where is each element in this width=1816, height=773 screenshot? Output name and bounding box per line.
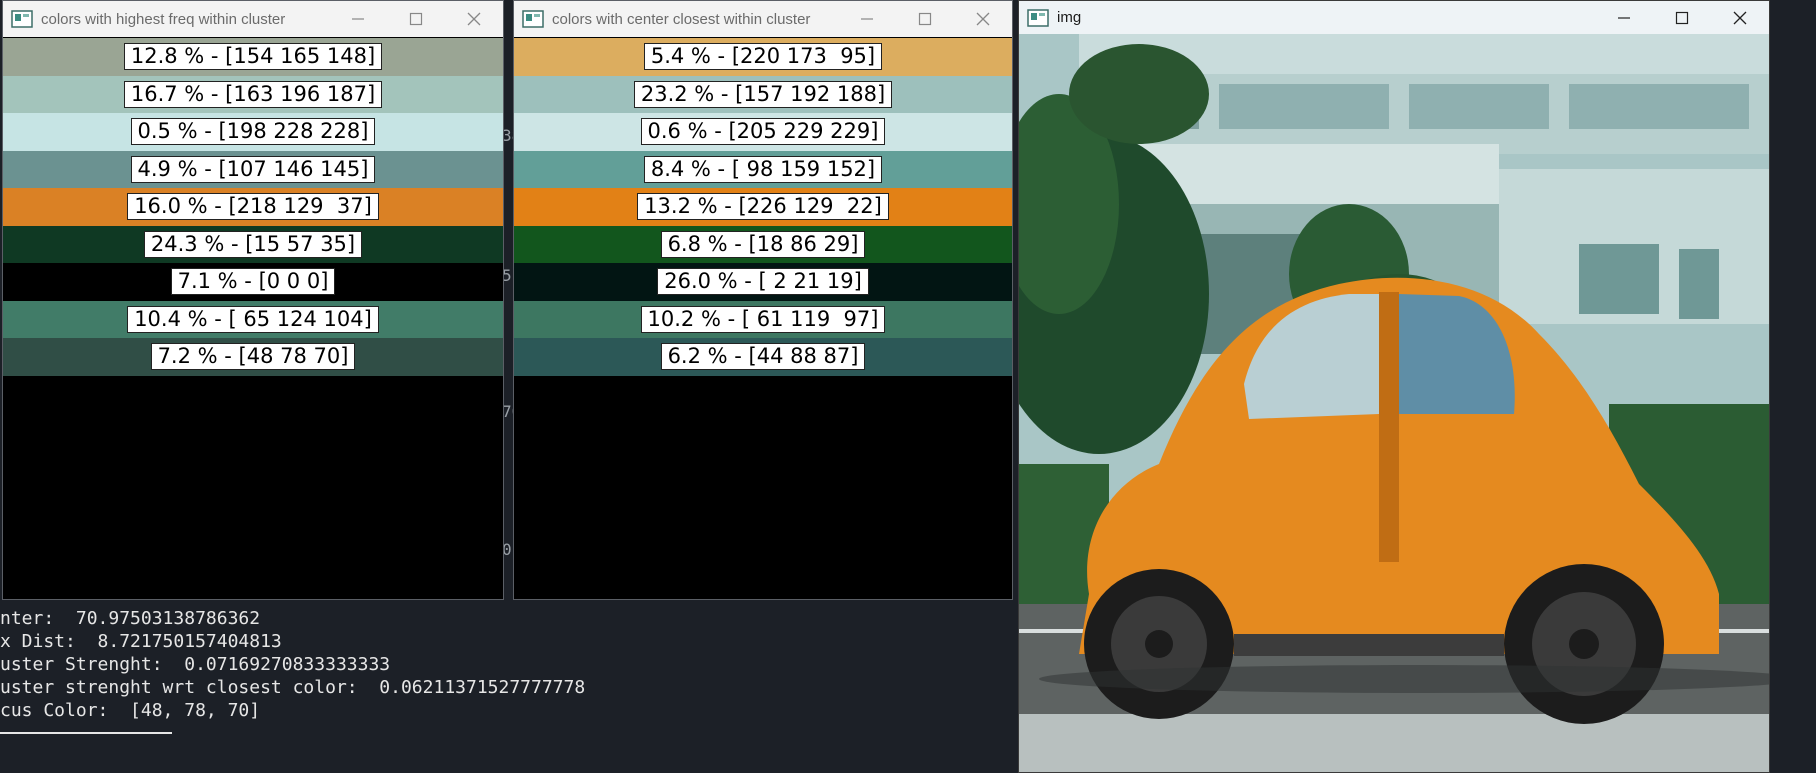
color-band-label: 4.9 % - [107 146 145] — [130, 155, 376, 183]
color-bands-canvas: 12.8 % - [154 165 148] 16.7 % - [163 196 … — [3, 38, 503, 376]
opencv-window-icon — [11, 10, 33, 28]
minimize-icon — [861, 18, 873, 20]
maximize-icon — [918, 12, 932, 26]
color-band-label: 16.0 % - [218 129 37] — [127, 193, 379, 221]
window-img[interactable]: img — [1018, 0, 1770, 773]
color-band-label: 10.2 % - [ 61 119 97] — [640, 305, 886, 333]
color-band-label: 16.7 % - [163 196 187] — [123, 80, 383, 108]
terminal-line-focus-color: cus Color: [48, 78, 70] — [0, 700, 261, 721]
color-band: 16.0 % - [218 129 37] — [3, 188, 503, 226]
window-colors-center-closest[interactable]: colors with center closest within cluste… — [513, 0, 1013, 600]
window-title: colors with center closest within cluste… — [552, 10, 811, 28]
color-band-label: 0.6 % - [205 229 229] — [640, 118, 886, 146]
car-photo — [1019, 34, 1769, 772]
color-band-label: 5.4 % - [220 173 95] — [643, 43, 883, 71]
color-band-label: 8.4 % - [ 98 159 152] — [643, 155, 883, 183]
color-band-label: 6.8 % - [18 86 29] — [660, 230, 866, 258]
maximize-icon — [1675, 11, 1689, 24]
color-band-label: 7.2 % - [48 78 70] — [150, 343, 356, 371]
titlebar[interactable]: colors with highest freq within cluster — [3, 1, 503, 37]
color-band-label: 7.1 % - [0 0 0] — [170, 268, 336, 296]
color-band: 23.2 % - [157 192 188] — [514, 75, 1012, 113]
maximize-button[interactable] — [896, 1, 954, 37]
color-band: 16.7 % - [163 196 187] — [3, 75, 503, 113]
minimize-button[interactable] — [1595, 1, 1653, 34]
color-band-label: 24.3 % - [15 57 35] — [143, 230, 363, 258]
minimize-icon — [352, 18, 364, 20]
window-title: img — [1057, 9, 1082, 26]
color-band: 13.2 % - [226 129 22] — [514, 188, 1012, 226]
color-band-label: 6.2 % - [44 88 87] — [660, 343, 866, 371]
titlebar[interactable]: colors with center closest within cluste… — [514, 1, 1012, 37]
close-button[interactable] — [1711, 1, 1769, 34]
titlebar[interactable]: img — [1019, 1, 1769, 34]
color-band-label: 26.0 % - [ 2 21 19] — [657, 268, 869, 296]
color-band: 8.4 % - [ 98 159 152] — [514, 150, 1012, 188]
close-icon — [976, 12, 990, 26]
color-band: 26.0 % - [ 2 21 19] — [514, 263, 1012, 301]
window-title: colors with highest freq within cluster — [41, 10, 286, 28]
color-bands-canvas: 5.4 % - [220 173 95] 23.2 % - [157 192 18… — [514, 38, 1012, 376]
color-band: 12.8 % - [154 165 148] — [3, 38, 503, 76]
color-band: 7.2 % - [48 78 70] — [3, 338, 503, 376]
terminal-line-max-dist: x Dist: 8.721750157404813 — [0, 631, 282, 652]
maximize-button[interactable] — [387, 1, 445, 37]
terminal-line-center: nter: 70.97503138786362 — [0, 608, 261, 629]
close-icon — [1733, 11, 1747, 24]
color-band-label: 0.5 % - [198 228 228] — [130, 118, 376, 146]
desktop-strip — [1768, 0, 1816, 773]
color-band-label: 13.2 % - [226 129 22] — [637, 193, 889, 221]
opencv-window-icon — [1027, 8, 1049, 27]
opencv-window-icon — [522, 10, 544, 28]
close-icon — [467, 12, 481, 26]
terminal-line-cluster-strength-closest: uster strenght wrt closest color: 0.0621… — [0, 677, 586, 698]
minimize-button[interactable] — [329, 1, 387, 37]
color-band-label: 23.2 % - [157 192 188] — [633, 80, 893, 108]
color-band: 6.2 % - [44 88 87] — [514, 338, 1012, 376]
terminal-line-cluster-strength: uster Strenght: 0.07169270833333333 — [0, 654, 391, 675]
minimize-button[interactable] — [838, 1, 896, 37]
color-band: 7.1 % - [0 0 0] — [3, 263, 503, 301]
color-band: 4.9 % - [107 146 145] — [3, 150, 503, 188]
color-band: 0.6 % - [205 229 229] — [514, 113, 1012, 151]
color-band: 24.3 % - [15 57 35] — [3, 225, 503, 263]
color-band: 6.8 % - [18 86 29] — [514, 225, 1012, 263]
terminal-cursor-underline — [0, 732, 172, 734]
window-colors-highest-freq[interactable]: colors with highest freq within cluster … — [2, 0, 504, 600]
color-band: 5.4 % - [220 173 95] — [514, 38, 1012, 76]
color-band-label: 10.4 % - [ 65 124 104] — [127, 305, 379, 333]
color-band: 10.2 % - [ 61 119 97] — [514, 300, 1012, 338]
color-band: 10.4 % - [ 65 124 104] — [3, 300, 503, 338]
color-band-label: 12.8 % - [154 165 148] — [123, 43, 383, 71]
color-band: 0.5 % - [198 228 228] — [3, 113, 503, 151]
maximize-button[interactable] — [1653, 1, 1711, 34]
close-button[interactable] — [445, 1, 503, 37]
close-button[interactable] — [954, 1, 1012, 37]
maximize-icon — [409, 12, 423, 26]
minimize-icon — [1618, 16, 1630, 19]
